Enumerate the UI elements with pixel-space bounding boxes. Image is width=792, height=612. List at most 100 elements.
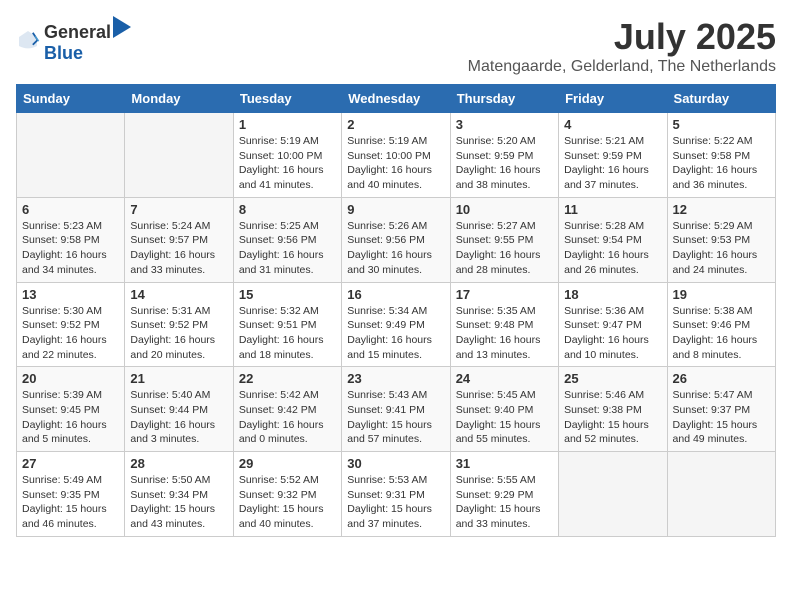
day-info: Sunrise: 5:27 AM Sunset: 9:55 PM Dayligh… — [456, 219, 553, 278]
calendar-cell: 26 Sunrise: 5:47 AM Sunset: 9:37 PM Dayli… — [667, 367, 775, 452]
calendar-cell: 7 Sunrise: 5:24 AM Sunset: 9:57 PM Daylig… — [125, 197, 233, 282]
day-number: 16 — [347, 287, 444, 302]
day-number: 18 — [564, 287, 661, 302]
day-number: 24 — [456, 371, 553, 386]
day-info: Sunrise: 5:23 AM Sunset: 9:58 PM Dayligh… — [22, 219, 119, 278]
day-info: Sunrise: 5:55 AM Sunset: 9:29 PM Dayligh… — [456, 473, 553, 532]
day-number: 23 — [347, 371, 444, 386]
day-info: Sunrise: 5:30 AM Sunset: 9:52 PM Dayligh… — [22, 304, 119, 363]
calendar-header-row: SundayMondayTuesdayWednesdayThursdayFrid… — [17, 85, 776, 113]
calendar-cell: 31 Sunrise: 5:55 AM Sunset: 9:29 PM Dayli… — [450, 452, 558, 537]
calendar-cell — [17, 113, 125, 198]
calendar-cell: 17Sunrise: 5:35 AM Sunset: 9:48 PM Dayli… — [450, 282, 558, 367]
day-info: Sunrise: 5:22 AM Sunset: 9:58 PM Dayligh… — [673, 134, 770, 193]
calendar-cell: 16 Sunrise: 5:34 AM Sunset: 9:49 PM Dayli… — [342, 282, 450, 367]
calendar-cell: 5 Sunrise: 5:22 AM Sunset: 9:58 PM Daylig… — [667, 113, 775, 198]
day-number: 15 — [239, 287, 336, 302]
day-number: 27 — [22, 456, 119, 471]
calendar-cell: 29 Sunrise: 5:52 AM Sunset: 9:32 PM Dayli… — [233, 452, 341, 537]
logo: General Blue — [16, 16, 131, 64]
day-number: 25 — [564, 371, 661, 386]
day-info: Sunrise: 5:46 AM Sunset: 9:38 PM Dayligh… — [564, 388, 661, 447]
day-number: 8 — [239, 202, 336, 217]
day-number: 6 — [22, 202, 119, 217]
day-number: 1 — [239, 117, 336, 132]
day-number: 29 — [239, 456, 336, 471]
calendar-cell: 3 Sunrise: 5:20 AM Sunset: 9:59 PM Daylig… — [450, 113, 558, 198]
calendar-cell: 8 Sunrise: 5:25 AM Sunset: 9:56 PM Daylig… — [233, 197, 341, 282]
calendar-cell: 22 Sunrise: 5:42 AM Sunset: 9:42 PM Dayli… — [233, 367, 341, 452]
day-info: Sunrise: 5:45 AM Sunset: 9:40 PM Dayligh… — [456, 388, 553, 447]
day-number: 13 — [22, 287, 119, 302]
calendar-cell: 1 Sunrise: 5:19 AM Sunset: 10:00 PM Dayli… — [233, 113, 341, 198]
day-info: Sunrise: 5:49 AM Sunset: 9:35 PM Dayligh… — [22, 473, 119, 532]
calendar-week-row: 1 Sunrise: 5:19 AM Sunset: 10:00 PM Dayli… — [17, 113, 776, 198]
day-info: Sunrise: 5:31 AM Sunset: 9:52 PM Dayligh… — [130, 304, 227, 363]
day-number: 28 — [130, 456, 227, 471]
calendar-cell: 20 Sunrise: 5:39 AM Sunset: 9:45 PM Dayli… — [17, 367, 125, 452]
logo-blue: Blue — [44, 43, 83, 63]
calendar-week-row: 13 Sunrise: 5:30 AM Sunset: 9:52 PM Dayli… — [17, 282, 776, 367]
day-number: 11 — [564, 202, 661, 217]
logo-general: General — [44, 22, 111, 43]
calendar-cell: 15 Sunrise: 5:32 AM Sunset: 9:51 PM Dayli… — [233, 282, 341, 367]
day-number: 5 — [673, 117, 770, 132]
calendar-week-row: 6 Sunrise: 5:23 AM Sunset: 9:58 PM Daylig… — [17, 197, 776, 282]
calendar-week-row: 20 Sunrise: 5:39 AM Sunset: 9:45 PM Dayli… — [17, 367, 776, 452]
day-info: Sunrise: 5:38 AM Sunset: 9:46 PM Dayligh… — [673, 304, 770, 363]
day-info: Sunrise: 5:40 AM Sunset: 9:44 PM Dayligh… — [130, 388, 227, 447]
day-info: Sunrise: 5:53 AM Sunset: 9:31 PM Dayligh… — [347, 473, 444, 532]
day-info: Sunrise: 5:32 AM Sunset: 9:51 PM Dayligh… — [239, 304, 336, 363]
day-info: Sunrise: 5:52 AM Sunset: 9:32 PM Dayligh… — [239, 473, 336, 532]
day-number: 12 — [673, 202, 770, 217]
calendar-cell — [559, 452, 667, 537]
calendar-cell: 21Sunrise: 5:40 AM Sunset: 9:44 PM Dayli… — [125, 367, 233, 452]
day-number: 31 — [456, 456, 553, 471]
day-number: 20 — [22, 371, 119, 386]
day-info: Sunrise: 5:26 AM Sunset: 9:56 PM Dayligh… — [347, 219, 444, 278]
day-number: 2 — [347, 117, 444, 132]
day-info: Sunrise: 5:19 AM Sunset: 10:00 PM Daylig… — [239, 134, 336, 193]
weekday-header: Tuesday — [233, 85, 341, 113]
day-info: Sunrise: 5:28 AM Sunset: 9:54 PM Dayligh… — [564, 219, 661, 278]
calendar-cell: 6 Sunrise: 5:23 AM Sunset: 9:58 PM Daylig… — [17, 197, 125, 282]
month-title: July 2025 — [468, 16, 776, 58]
day-info: Sunrise: 5:19 AM Sunset: 10:00 PM Daylig… — [347, 134, 444, 193]
header: General Blue July 2025 Matengaarde, Geld… — [16, 16, 776, 76]
day-info: Sunrise: 5:21 AM Sunset: 9:59 PM Dayligh… — [564, 134, 661, 193]
weekday-header: Sunday — [17, 85, 125, 113]
calendar-cell: 13 Sunrise: 5:30 AM Sunset: 9:52 PM Dayli… — [17, 282, 125, 367]
day-number: 19 — [673, 287, 770, 302]
day-number: 7 — [130, 202, 227, 217]
weekday-header: Thursday — [450, 85, 558, 113]
day-info: Sunrise: 5:36 AM Sunset: 9:47 PM Dayligh… — [564, 304, 661, 363]
day-info: Sunrise: 5:50 AM Sunset: 9:34 PM Dayligh… — [130, 473, 227, 532]
day-info: Sunrise: 5:20 AM Sunset: 9:59 PM Dayligh… — [456, 134, 553, 193]
day-info: Sunrise: 5:34 AM Sunset: 9:49 PM Dayligh… — [347, 304, 444, 363]
calendar-cell: 19 Sunrise: 5:38 AM Sunset: 9:46 PM Dayli… — [667, 282, 775, 367]
calendar-cell: 11 Sunrise: 5:28 AM Sunset: 9:54 PM Dayli… — [559, 197, 667, 282]
day-info: Sunrise: 5:47 AM Sunset: 9:37 PM Dayligh… — [673, 388, 770, 447]
logo-icon — [16, 28, 40, 52]
day-info: Sunrise: 5:24 AM Sunset: 9:57 PM Dayligh… — [130, 219, 227, 278]
day-number: 22 — [239, 371, 336, 386]
weekday-header: Wednesday — [342, 85, 450, 113]
day-number: 3 — [456, 117, 553, 132]
calendar-cell: 14Sunrise: 5:31 AM Sunset: 9:52 PM Dayli… — [125, 282, 233, 367]
day-info: Sunrise: 5:25 AM Sunset: 9:56 PM Dayligh… — [239, 219, 336, 278]
day-number: 10 — [456, 202, 553, 217]
weekday-header: Friday — [559, 85, 667, 113]
day-info: Sunrise: 5:39 AM Sunset: 9:45 PM Dayligh… — [22, 388, 119, 447]
calendar-cell: 28 Sunrise: 5:50 AM Sunset: 9:34 PM Dayli… — [125, 452, 233, 537]
calendar-cell: 4Sunrise: 5:21 AM Sunset: 9:59 PM Daylig… — [559, 113, 667, 198]
weekday-header: Saturday — [667, 85, 775, 113]
logo-triangle-icon — [113, 16, 131, 38]
calendar-cell: 23Sunrise: 5:43 AM Sunset: 9:41 PM Dayli… — [342, 367, 450, 452]
day-info: Sunrise: 5:42 AM Sunset: 9:42 PM Dayligh… — [239, 388, 336, 447]
weekday-header: Monday — [125, 85, 233, 113]
calendar-cell: 12Sunrise: 5:29 AM Sunset: 9:53 PM Dayli… — [667, 197, 775, 282]
title-area: July 2025 Matengaarde, Gelderland, The N… — [468, 16, 776, 76]
calendar-cell: 2 Sunrise: 5:19 AM Sunset: 10:00 PM Dayli… — [342, 113, 450, 198]
day-number: 26 — [673, 371, 770, 386]
calendar-cell: 10 Sunrise: 5:27 AM Sunset: 9:55 PM Dayli… — [450, 197, 558, 282]
